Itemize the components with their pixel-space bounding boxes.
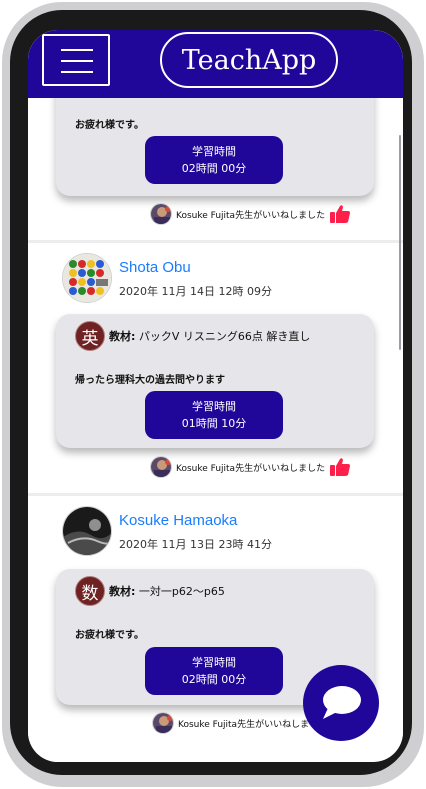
study-time-box: 学習時間 02時間 00分: [145, 647, 283, 695]
thumbs-up-icon[interactable]: [329, 204, 351, 224]
study-time-box: 学習時間 01時間 10分: [145, 391, 283, 439]
subject-badge: 数: [75, 576, 105, 606]
like-row[interactable]: Kosuke Fujita先生がいいねしました: [150, 203, 351, 225]
user-name[interactable]: Shota Obu: [119, 259, 191, 276]
scrollbar[interactable]: [399, 135, 401, 350]
material-text: 教材: パックV リスニング66点 解き直し: [109, 328, 310, 344]
post-item: Shota Obu 2020年 11月 14日 12時 09分 英 教材: パッ…: [28, 243, 403, 493]
post-card: 英 教材: パックV リスニング66点 解き直し 帰ったら理科大の過去問やります…: [56, 314, 374, 448]
hamburger-menu-button[interactable]: [42, 34, 110, 86]
user-avatar[interactable]: [62, 253, 112, 303]
material-name: 一対一p62〜p65: [138, 585, 225, 598]
study-time-value: 02時間 00分: [181, 673, 247, 686]
hamburger-menu-icon: [61, 49, 93, 51]
post-comment: お疲れ様です。: [75, 630, 144, 641]
study-time-label: 学習時間: [192, 145, 236, 158]
post-header: Kosuke Hamaoka 2020年 11月 13日 23時 41分: [28, 496, 403, 556]
material-label: 教材:: [109, 585, 136, 598]
liker-avatar: [150, 456, 172, 478]
study-time-value: 02時間 00分: [181, 162, 247, 175]
user-name[interactable]: Kosuke Hamaoka: [119, 512, 237, 529]
like-text: Kosuke Fujita先生がいいねしました: [176, 210, 326, 221]
material-label: 教材:: [109, 330, 136, 343]
chat-button[interactable]: [303, 665, 379, 741]
like-text: Kosuke Fujita先生がいいねしました: [176, 463, 326, 474]
post-date: 2020年 11月 13日 23時 41分: [119, 538, 272, 551]
app-header: TeachApp: [28, 30, 403, 98]
like-row[interactable]: Kosuke Fujita先生がいいねしました: [152, 712, 327, 734]
study-time-label: 学習時間: [192, 400, 236, 413]
material-name: パックV リスニング66点 解き直し: [138, 330, 311, 343]
app-screen: お疲れ様です。 学習時間 02時間 00分 Kosuke Fujita先生がいい…: [28, 30, 403, 762]
liker-avatar: [152, 712, 174, 734]
thumbs-up-icon[interactable]: [329, 457, 351, 477]
material-text: 教材: 一対一p62〜p65: [109, 583, 225, 599]
post-comment: 帰ったら理科大の過去問やります: [75, 375, 225, 386]
user-avatar[interactable]: [62, 506, 112, 556]
like-text: Kosuke Fujita先生がいいねしました: [178, 719, 328, 730]
post-comment: お疲れ様です。: [75, 120, 144, 131]
study-time-box: 学習時間 02時間 00分: [145, 136, 283, 184]
study-time-value: 01時間 10分: [181, 417, 247, 430]
post-header: Shota Obu 2020年 11月 14日 12時 09分: [28, 243, 403, 303]
study-time-label: 学習時間: [192, 656, 236, 669]
post-date: 2020年 11月 14日 12時 09分: [119, 285, 272, 298]
app-title: TeachApp: [160, 32, 338, 88]
subject-badge: 英: [75, 321, 105, 351]
chat-bubble-icon: [323, 686, 361, 719]
like-row[interactable]: Kosuke Fujita先生がいいねしました: [150, 456, 351, 478]
liker-avatar: [150, 203, 172, 225]
